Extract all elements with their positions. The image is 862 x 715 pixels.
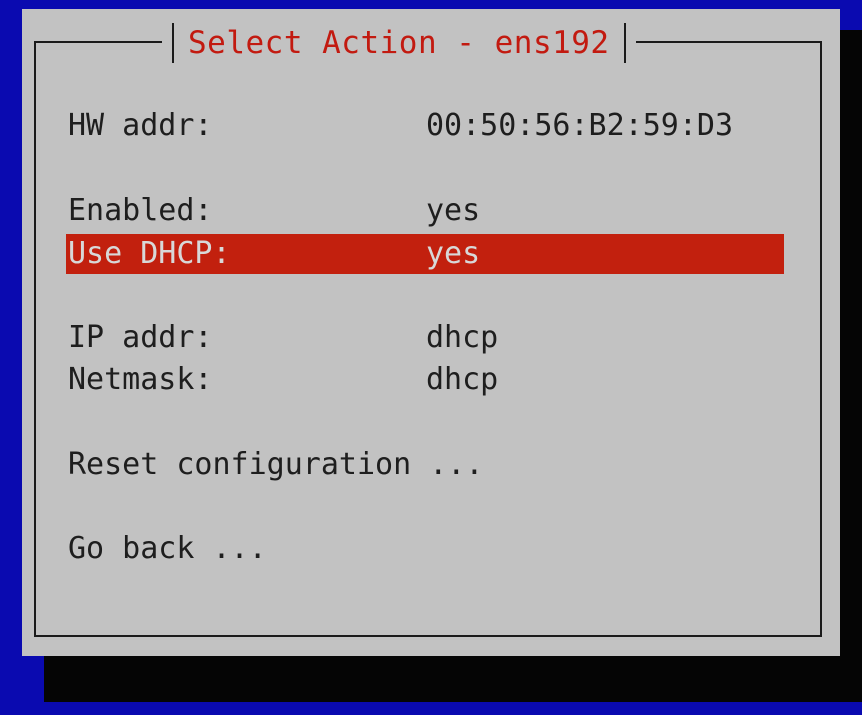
use-dhcp-value: yes [426,236,481,271]
netmask-label: Netmask: [68,362,213,397]
title-bracket-right [623,23,626,63]
go-back-item[interactable]: Go back ... [66,529,784,569]
dialog-shadow-bottom [44,656,862,702]
enabled-row[interactable]: Enabled: yes [66,191,784,231]
use-dhcp-label: Use DHCP: [68,236,231,271]
dialog-title-container: Select Action - ens192 [162,23,636,63]
enabled-label: Enabled: [68,193,213,228]
hw-addr-value: 00:50:56:B2:59:D3 [426,108,734,143]
console-screen: { "dialog": { "title": "Select Action - … [0,0,862,715]
select-action-dialog: Select Action - ens192 HW addr: 00:50:56… [22,9,840,656]
enabled-value: yes [426,193,481,228]
use-dhcp-row[interactable]: Use DHCP: yes [66,234,784,274]
ip-addr-row[interactable]: IP addr: dhcp [66,318,784,358]
reset-configuration-label: Reset configuration ... [68,447,484,482]
ip-addr-value: dhcp [426,320,499,355]
reset-configuration-item[interactable]: Reset configuration ... [66,445,784,485]
go-back-label: Go back ... [68,531,267,566]
netmask-row[interactable]: Netmask: dhcp [66,360,784,400]
ip-addr-label: IP addr: [68,320,213,355]
hw-addr-row: HW addr: 00:50:56:B2:59:D3 [66,106,784,146]
hw-addr-label: HW addr: [68,108,213,143]
dialog-title: Select Action - ens192 [188,25,610,61]
dialog-shadow-right [840,30,862,702]
netmask-value: dhcp [426,362,499,397]
